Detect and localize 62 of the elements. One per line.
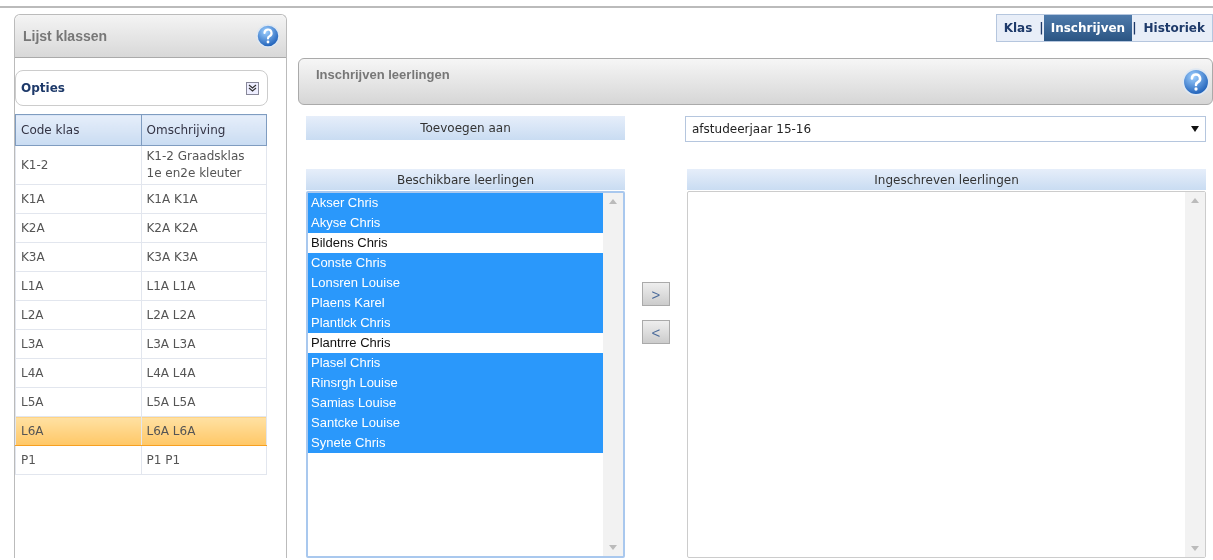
expand-icon[interactable] (246, 81, 259, 95)
table-cell: L2A L2A (141, 300, 267, 330)
tab[interactable]: Historiek (1136, 15, 1212, 41)
table-cell: L1A (15, 271, 141, 301)
table-row[interactable]: K1A K1A K1A (15, 184, 267, 214)
table-row[interactable]: L6A L6A L6A (15, 416, 267, 446)
tab-separator: | (1039, 21, 1044, 35)
table-cell: L4A L4A (141, 358, 267, 388)
table-row[interactable]: K3A K3A K3A (15, 242, 267, 272)
dropdown-arrow-icon[interactable] (1191, 126, 1199, 132)
table-cell: K1A (15, 184, 141, 214)
move-button[interactable]: < (642, 320, 670, 344)
scroll-up-icon[interactable] (609, 199, 617, 204)
table-row[interactable]: L5A L5A L5A (15, 387, 267, 417)
tab-separator: | (1132, 21, 1137, 35)
table-row[interactable]: L1A L1A L1A (15, 271, 267, 301)
table-row[interactable]: L4A L4A L4A (15, 358, 267, 388)
help-icon[interactable] (256, 24, 280, 48)
panel-title: Inschrijven leerlingen (316, 67, 450, 84)
list-header: Ingeschreven leerlingen (687, 169, 1206, 190)
panel-title: Lijst klassen (23, 28, 108, 44)
table-cell: K1-2 Graadsklas 1e en2e kleuter (141, 145, 267, 185)
options-bar[interactable]: Opties (15, 70, 268, 106)
student-list[interactable]: Akser Chris Akyse Chris Bildens Chris Conste Chris Lonsren Louise Plaens Karel Plantlck Chris Plantrre Chris Plasel Chris Rinsrgh Louise Samias Louise Santcke Louise Synete Chris (306, 191, 625, 558)
scroll-down-icon[interactable] (1191, 546, 1199, 551)
tab[interactable]: Klas (996, 15, 1040, 41)
table-cell: K2A (15, 213, 141, 243)
table-cell: K1A K1A (141, 184, 267, 214)
field-label: Toevoegen aan (306, 116, 625, 140)
table-cell: K2A K2A (141, 213, 267, 243)
table-cell: K1-2 (15, 145, 141, 185)
class-dropdown[interactable]: afstudeerjaar 15-16 (685, 116, 1206, 142)
table-cell: L6A (15, 416, 141, 446)
table-row[interactable]: K2A K2A K2A (15, 213, 267, 243)
list-item[interactable]: Bildens Chris (308, 233, 603, 253)
table-cell: L1A L1A (141, 271, 267, 301)
table-cell: L6A L6A (141, 416, 267, 446)
table-cell: L3A (15, 329, 141, 359)
table-row[interactable]: L2A L2A L2A (15, 300, 267, 330)
table-cell: P1 (15, 445, 141, 475)
list-item[interactable]: Plantrre Chris (308, 333, 603, 353)
scroll-up-icon[interactable] (1191, 198, 1199, 203)
table-row[interactable]: L3A L3A L3A (15, 329, 267, 359)
table-cell: K3A (15, 242, 141, 272)
table-cell: P1 P1 (141, 445, 267, 475)
table-cell: L2A (15, 300, 141, 330)
table-cell: L5A (15, 387, 141, 417)
table-row[interactable]: P1 P1 P1 (15, 445, 267, 475)
options-label: Opties (21, 81, 65, 95)
move-button[interactable]: > (642, 282, 670, 306)
table-cell: L5A L5A (141, 387, 267, 417)
table-cell: K3A K3A (141, 242, 267, 272)
tab[interactable]: Inschrijven (1043, 15, 1133, 41)
table-cell: L4A (15, 358, 141, 388)
scroll-down-icon[interactable] (609, 545, 617, 550)
column-header[interactable]: Code klas (15, 114, 141, 146)
help-icon[interactable] (1182, 68, 1210, 96)
table-row[interactable]: K1-2 K1-2 Graadsklas 1e en2e kleuter (15, 145, 267, 185)
student-list[interactable] (687, 191, 1206, 558)
table-cell: L3A L3A (141, 329, 267, 359)
list-header: Beschikbare leerlingen (306, 169, 625, 190)
column-header[interactable]: Omschrijving (141, 114, 267, 146)
